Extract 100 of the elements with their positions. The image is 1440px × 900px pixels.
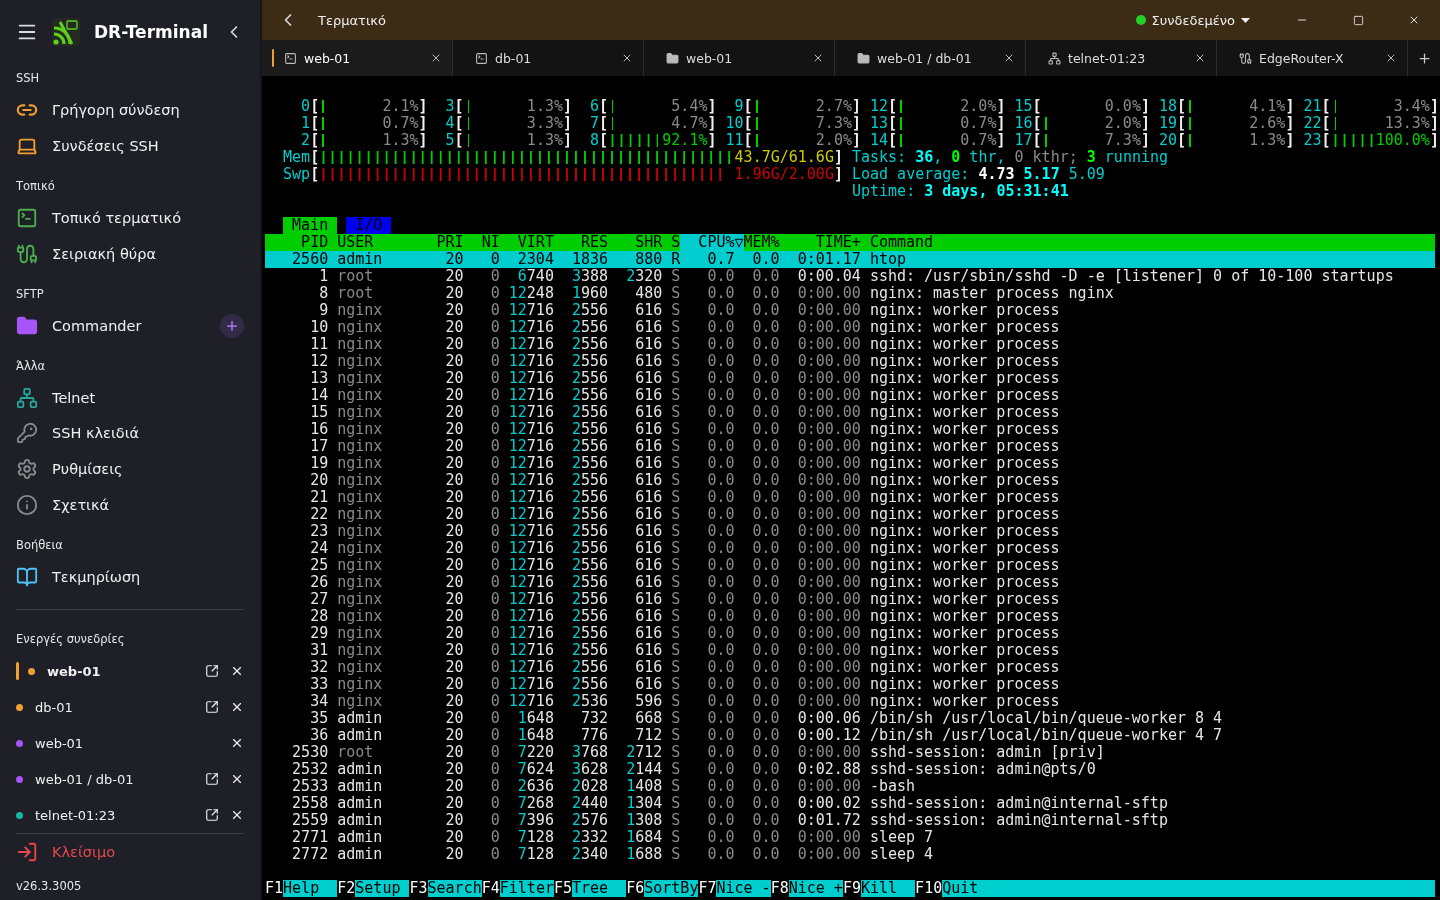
nav-item[interactable]: Γρήγορη σύνδεση: [16, 91, 244, 128]
meter-label: 12: [869, 98, 889, 115]
process-row[interactable]: 2533 admin 20 0 2636 2028 1408 S 0.0 0.0 0:00.00 -bash: [265, 778, 1435, 795]
process-row[interactable]: 1 root 20 0 6740 3388 2320 S 0.0 0.0 0:00.04 sshd: /usr/sbin/sshd -D -e [listener] 0 of 10-100 startups: [265, 268, 1435, 285]
column-header[interactable]: TIME+: [779, 234, 861, 251]
process-row[interactable]: 35 admin 20 0 1648 732 668 S 0.0 0.0 0:00.06 /bin/sh /usr/local/bin/queue-worker 8 4: [265, 710, 1435, 727]
column-header[interactable]: VIRT: [499, 234, 554, 251]
nav-item[interactable]: Σχετικά: [16, 487, 244, 524]
table-cell-text: 0.0: [706, 710, 735, 727]
process-row[interactable]: 26 nginx 20 0 12716 2556 616 S 0.0 0.0 0:00.00 nginx: worker process: [265, 574, 1435, 591]
status-button[interactable]: Συνδεδεμένο: [1135, 12, 1250, 28]
table-cell-text: 19: [309, 455, 329, 472]
process-row[interactable]: 36 admin 20 0 1648 776 712 S 0.0 0.0 0:00.12 /bin/sh /usr/local/bin/queue-worker 4 7: [265, 727, 1435, 744]
column-header[interactable]: SHR: [608, 234, 663, 251]
table-cell-text: 20: [444, 404, 464, 421]
process-row[interactable]: 19 nginx 20 0 12716 2556 616 S 0.0 0.0 0:00.00 nginx: worker process: [265, 455, 1435, 472]
close-icon[interactable]: [1385, 52, 1397, 64]
column-header[interactable]: MEM%: [743, 234, 780, 251]
session-item[interactable]: db-01: [16, 689, 244, 726]
process-row[interactable]: 2771 admin 20 0 7128 2332 1684 S 0.0 0.0 0:00.00 sleep 7: [265, 829, 1435, 846]
process-row[interactable]: 16 nginx 20 0 12716 2556 616 S 0.0 0.0 0:00.00 nginx: worker process: [265, 421, 1435, 438]
column-header[interactable]: NI: [463, 234, 500, 251]
process-row[interactable]: 2772 admin 20 0 7128 2340 1688 S 0.0 0.0 0:00.00 sleep 4: [265, 846, 1435, 863]
process-row[interactable]: 28 nginx 20 0 12716 2556 616 S 0.0 0.0 0:00.00 nginx: worker process: [265, 608, 1435, 625]
process-row[interactable]: 11 nginx 20 0 12716 2556 616 S 0.0 0.0 0:00.00 nginx: worker process: [265, 336, 1435, 353]
meter-label: 11: [724, 132, 744, 149]
column-header[interactable]: USER: [328, 234, 419, 251]
screen-tab[interactable]: Main: [283, 217, 338, 234]
add-button[interactable]: [220, 313, 244, 338]
process-row[interactable]: 27 nginx 20 0 12716 2556 616 S 0.0 0.0 0:00.00 nginx: worker process: [265, 591, 1435, 608]
process-row[interactable]: 24 nginx 20 0 12716 2556 616 S 0.0 0.0 0:00.00 nginx: worker process: [265, 540, 1435, 557]
table-cell-text: 2556: [570, 438, 609, 455]
column-header[interactable]: CPU%▽: [680, 234, 744, 251]
nav-item[interactable]: Συνδέσεις SSH: [16, 127, 244, 164]
pop-out-icon[interactable]: [205, 772, 219, 787]
process-row[interactable]: 31 nginx 20 0 12716 2556 616 S 0.0 0.0 0:00.00 nginx: worker process: [265, 642, 1435, 659]
pop-out-icon[interactable]: [205, 808, 219, 823]
process-row[interactable]: 17 nginx 20 0 12716 2556 616 S 0.0 0.0 0:00.00 nginx: worker process: [265, 438, 1435, 455]
column-header[interactable]: PID: [265, 234, 329, 251]
close-icon[interactable]: [1003, 52, 1015, 64]
close-icon[interactable]: [812, 52, 824, 64]
table-cell-text: 0.0: [751, 744, 780, 761]
process-row[interactable]: 34 nginx 20 0 12716 2536 596 S 0.0 0.0 0:00.00 nginx: worker process: [265, 693, 1435, 710]
pop-out-icon[interactable]: [205, 700, 219, 715]
process-row[interactable]: 22 nginx 20 0 12716 2556 616 S 0.0 0.0 0:00.00 nginx: worker process: [265, 506, 1435, 523]
table-cell-text: 12716: [507, 659, 554, 676]
process-row[interactable]: 9 nginx 20 0 12716 2556 616 S 0.0 0.0 0:00.00 nginx: worker process: [265, 302, 1435, 319]
table-cell-text: 0:00.00: [796, 353, 861, 370]
table-cell-text: 0: [489, 829, 500, 846]
close-icon[interactable]: [430, 52, 442, 64]
nav-item[interactable]: SSH κλειδιά: [16, 415, 244, 452]
process-row[interactable]: 32 nginx 20 0 12716 2556 616 S 0.0 0.0 0:00.00 nginx: worker process: [265, 659, 1435, 676]
process-row[interactable]: 2532 admin 20 0 7624 3628 2144 S 0.0 0.0 0:02.88 sshd-session: admin@pts/0: [265, 761, 1435, 778]
table-cell-text: S: [670, 591, 681, 608]
meter-label: 7: [589, 115, 600, 132]
process-row[interactable]: 8 root 20 0 12248 1960 480 S 0.0 0.0 0:00.00 nginx: master process nginx: [265, 285, 1435, 302]
exit-item[interactable]: Κλείσιμο: [16, 836, 244, 868]
nav-item[interactable]: Τοπικό τερματικό: [16, 199, 244, 236]
bracket: ]: [833, 149, 843, 166]
bracket: ]: [996, 98, 1006, 115]
nav-item[interactable]: Τεκμηρίωση: [16, 559, 244, 596]
pop-out-icon[interactable]: [205, 664, 219, 679]
column-header[interactable]: Command: [860, 234, 1435, 251]
column-header[interactable]: PRI: [418, 234, 464, 251]
session-item[interactable]: web-01: [16, 725, 244, 762]
table-cell-text: 0.0: [751, 336, 780, 353]
table-cell-text: 32: [309, 659, 329, 676]
nav-item[interactable]: Ρυθμίσεις: [16, 451, 244, 488]
column-header[interactable]: RES: [553, 234, 609, 251]
session-item[interactable]: telnet-01:23: [16, 797, 244, 834]
process-row[interactable]: 21 nginx 20 0 12716 2556 616 S 0.0 0.0 0:00.00 nginx: worker process: [265, 489, 1435, 506]
process-row[interactable]: 2530 root 20 0 7220 3768 2712 S 0.0 0.0 0:00.00 sshd-session: admin [priv]: [265, 744, 1435, 761]
table-cell-text: 7220: [516, 744, 554, 761]
table-cell-text: 0:00.00: [796, 659, 861, 676]
process-row[interactable]: 23 nginx 20 0 12716 2556 616 S 0.0 0.0 0:00.00 nginx: worker process: [265, 523, 1435, 540]
process-row[interactable]: 14 nginx 20 0 12716 2556 616 S 0.0 0.0 0:00.00 nginx: worker process: [265, 387, 1435, 404]
session-item[interactable]: web-01 / db-01: [16, 761, 244, 798]
process-row[interactable]: 15 nginx 20 0 12716 2556 616 S 0.0 0.0 0:00.00 nginx: worker process: [265, 404, 1435, 421]
process-row[interactable]: 2558 admin 20 0 7268 2440 1304 S 0.0 0.0 0:00.02 sshd-session: admin@internal-sftp: [265, 795, 1435, 812]
process-row[interactable]: 29 nginx 20 0 12716 2556 616 S 0.0 0.0 0:00.00 nginx: worker process: [265, 625, 1435, 642]
process-row[interactable]: 10 nginx 20 0 12716 2556 616 S 0.0 0.0 0:00.00 nginx: worker process: [265, 319, 1435, 336]
process-row[interactable]: 33 nginx 20 0 12716 2556 616 S 0.0 0.0 0:00.00 nginx: worker process: [265, 676, 1435, 693]
nav-item[interactable]: Telnet: [16, 379, 244, 416]
nav-item[interactable]: Σειριακή θύρα: [16, 235, 244, 272]
process-row[interactable]: 12 nginx 20 0 12716 2556 616 S 0.0 0.0 0:00.00 nginx: worker process: [265, 353, 1435, 370]
table-cell-text: 0.0: [751, 676, 780, 693]
table-cell-text: S: [670, 421, 681, 438]
process-row[interactable]: 20 nginx 20 0 12716 2556 616 S 0.0 0.0 0:00.00 nginx: worker process: [265, 472, 1435, 489]
close-icon[interactable]: [621, 52, 633, 64]
process-row[interactable]: 2560 admin 20 0 2304 1836 880 R 0.7 0.0 0:01.17 htop: [265, 251, 1435, 268]
nav-item[interactable]: Commander: [16, 307, 244, 344]
process-row[interactable]: 25 nginx 20 0 12716 2556 616 S 0.0 0.0 0:00.00 nginx: worker process: [265, 557, 1435, 574]
session-tab[interactable]: web-01: [262, 40, 453, 76]
table-cell-text: 20: [444, 438, 464, 455]
table-cell-text: nginx: [336, 370, 384, 387]
process-row[interactable]: 2559 admin 20 0 7396 2576 1308 S 0.0 0.0 0:01.72 sshd-session: admin@internal-sftp: [265, 812, 1435, 829]
column-header[interactable]: S: [662, 234, 681, 251]
session-item[interactable]: web-01: [16, 653, 244, 690]
close-icon[interactable]: [1194, 52, 1206, 64]
process-row[interactable]: 13 nginx 20 0 12716 2556 616 S 0.0 0.0 0:00.00 nginx: worker process: [265, 370, 1435, 387]
